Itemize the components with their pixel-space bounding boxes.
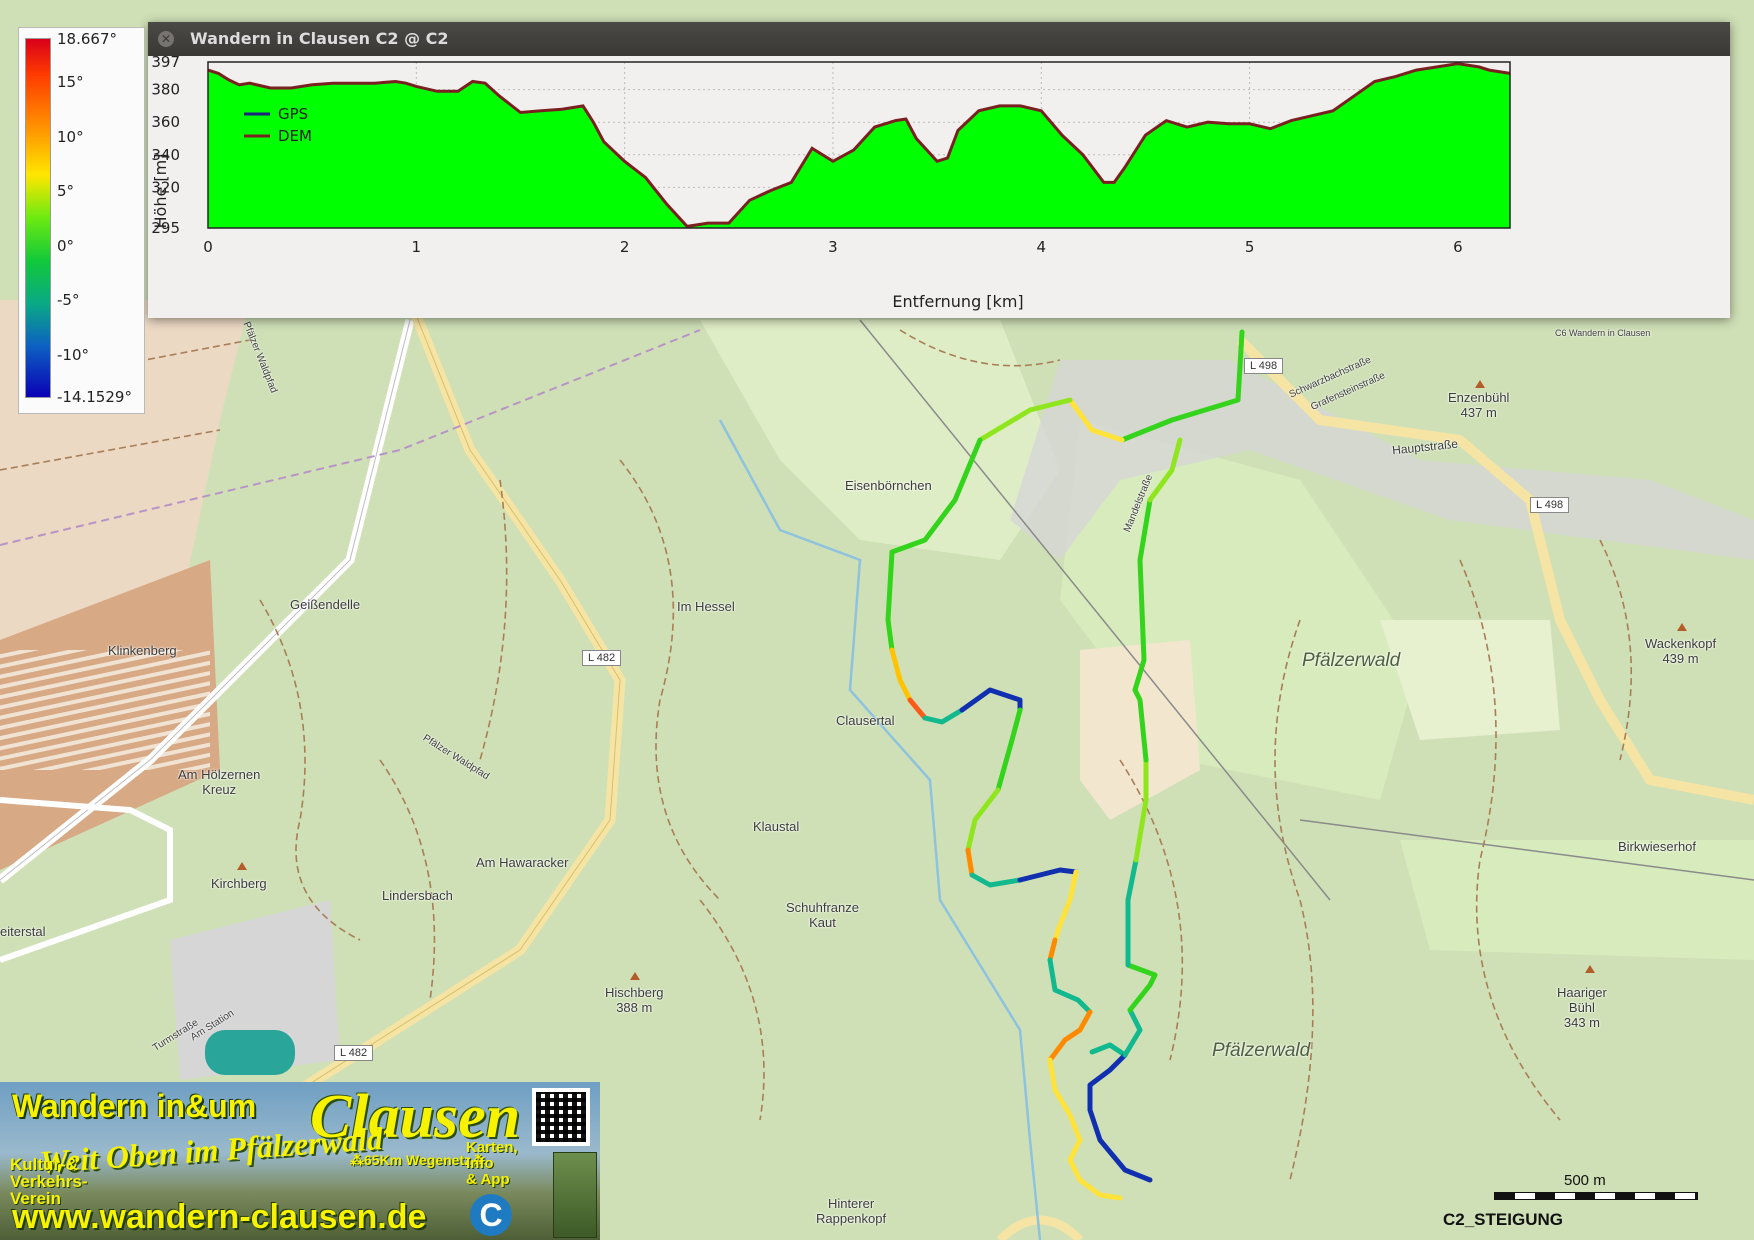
scale-label-minus10: -10° [57, 346, 89, 364]
map-label-geissendelle: Geißendelle [290, 597, 361, 612]
scale-bar-label: 500 m [1564, 1172, 1606, 1189]
peak-icon [1585, 965, 1595, 973]
peak-icon [630, 972, 640, 980]
scale-label-5: 5° [57, 182, 75, 200]
map-label-lindersbach: Lindersbach [382, 888, 453, 903]
x-tick-label: 1 [412, 238, 422, 256]
scale-label-max: 18.667° [57, 30, 117, 48]
map-label-eiterstal: eiterstal [0, 924, 46, 939]
map-label-birkwieserhof: Birkwieserhof [1618, 839, 1697, 854]
scale-label-0: 0° [57, 237, 75, 255]
map-label-haariger-buhl: Haariger Bühl 343 m [1557, 985, 1607, 1030]
x-tick-label: 3 [828, 238, 838, 256]
slope-color-scale: 18.667° 15° 10° 5° 0° -5° -10° -14.1529° [18, 27, 145, 414]
map-label-clausertal: Clausertal [836, 713, 895, 728]
close-icon[interactable]: ✕ [158, 31, 174, 47]
map-label-hischberg: Hischberg 388 m [605, 985, 664, 1015]
legend-label-gps: GPS [278, 105, 308, 123]
elevation-profile-window[interactable]: ✕ Wandern in Clausen C2 @ C2 397 380 360 3 4… [148, 22, 1730, 318]
map-label-wackenkopf: Wackenkopf 439 m [1645, 636, 1717, 666]
map-label-am-hawaracker: Am Hawaracker [476, 855, 569, 870]
map-label-kirchberg: Kirchberg [211, 876, 267, 891]
window-titlebar[interactable]: ✕ Wandern in Clausen C2 @ C2 [148, 22, 1730, 56]
x-axis-label: Entfernung [km] [892, 292, 1023, 311]
scale-label-minus5: -5° [57, 291, 80, 309]
scale-label-min: -14.1529° [57, 388, 132, 406]
x-tick-label: 4 [1037, 238, 1047, 256]
map-label-pfalzerwald-south: Pfälzerwald [1212, 1040, 1311, 1061]
map-label-im-hessel: Im Hessel [677, 599, 735, 614]
map-label-eisenbornchen: Eisenbörnchen [845, 478, 932, 493]
peak-icon [1677, 623, 1687, 631]
scale-label-15: 15° [57, 73, 84, 91]
layer-name-label: C2_STEIGUNG [1443, 1210, 1563, 1229]
x-tick-label: 5 [1245, 238, 1255, 256]
banner-url[interactable]: www.wandern-clausen.de [12, 1198, 426, 1237]
banner-subtitle: ⁂65Km Wegenetz⁂ [350, 1152, 486, 1168]
map-label-klaustal: Klaustal [753, 819, 800, 834]
slope-color-bar [25, 38, 51, 398]
x-tick-label: 0 [203, 238, 213, 256]
legend-label-dem: DEM [278, 127, 312, 145]
map-label-klinkenberg: Klinkenberg [108, 643, 177, 658]
y-tick-label: 380 [151, 81, 180, 99]
road-badge-l482-south: L 482 [334, 1045, 374, 1061]
y-tick-label: 360 [151, 113, 180, 131]
booklet-thumbnail-icon [553, 1152, 597, 1238]
x-tick-label: 2 [620, 238, 630, 256]
map-label-schuhfranze-kaut: Schuhfranze Kaut [786, 900, 859, 930]
y-tick-label: 397 [151, 56, 180, 71]
map-label-hinterer-rappenkopf: Hinterer Rappenkopf [816, 1196, 887, 1226]
window-title: Wandern in Clausen C2 @ C2 [190, 29, 449, 48]
road-badge-l498-east: L 498 [1530, 497, 1570, 513]
peak-icon [1475, 380, 1485, 388]
map-label-enzenbuhl: Enzenbühl 437 m [1448, 390, 1510, 420]
scale-bar-graphic [1494, 1192, 1698, 1200]
y-axis-label: Höhe [m] [151, 154, 170, 229]
promo-banner[interactable]: Wandern in&um Clausen Weit Oben im Pfälz… [0, 1082, 600, 1240]
banner-info: Karten, Info & App [466, 1139, 518, 1188]
x-tick-labels: 0 1 2 3 4 5 6 [203, 238, 1462, 256]
scale-label-10: 10° [57, 128, 84, 146]
banner-title: Wandern in&um [12, 1088, 257, 1124]
road-badge-l482-north: L 482 [582, 650, 622, 666]
qr-code-icon[interactable] [532, 1088, 590, 1146]
map-label-am-holzernen-kreuz: Am Hölzernen Kreuz [178, 767, 261, 797]
road-badge-l498-north: L 498 [1244, 358, 1284, 374]
clausen-logo-icon: C [470, 1194, 512, 1236]
banner-motto: Weit Oben im Pfälzerwald [38, 1120, 384, 1180]
map-label-c6: C6 Wandern in Clausen [1555, 328, 1651, 338]
peak-icon [237, 862, 247, 870]
elevation-chart: 397380360340320295 0123456 Höhe [m] Entf… [151, 56, 1511, 311]
map-label-pfalzerwald-north: Pfälzerwald [1302, 650, 1401, 671]
x-tick-label: 6 [1453, 238, 1463, 256]
